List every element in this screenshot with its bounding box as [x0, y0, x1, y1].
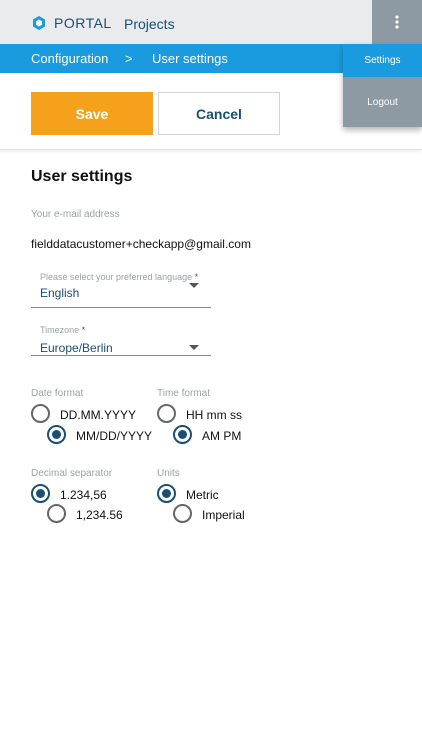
- breadcrumb-configuration[interactable]: Configuration: [31, 51, 108, 66]
- email-label: Your e-mail address: [31, 209, 120, 220]
- language-value: English: [40, 286, 80, 300]
- top-bar: PORTAL Projects: [0, 0, 422, 44]
- time-format-label: Time format: [157, 388, 210, 399]
- nav-projects-link[interactable]: Projects: [124, 16, 175, 32]
- date-format-option-ddmmyyyy[interactable]: DD.MM.YYYY: [60, 408, 136, 422]
- chevron-down-icon: [189, 283, 199, 288]
- units-option-metric[interactable]: Metric: [186, 488, 219, 502]
- time-format-option-ampm[interactable]: AM PM: [202, 429, 241, 443]
- menu-item-logout[interactable]: Logout: [343, 77, 422, 127]
- decimal-radio-comma[interactable]: [31, 484, 50, 503]
- brand-name[interactable]: PORTAL: [54, 15, 112, 31]
- timezone-select[interactable]: Europe/Berlin: [31, 337, 211, 356]
- overflow-menu: Settings Logout: [343, 44, 422, 127]
- menu-item-settings[interactable]: Settings: [343, 44, 422, 77]
- chevron-down-icon: [189, 345, 199, 350]
- decimal-option-comma[interactable]: 1.234,56: [60, 488, 107, 502]
- decimal-radio-dot[interactable]: [47, 504, 66, 523]
- more-vert-icon: [395, 15, 399, 29]
- time-format-option-hhmmss[interactable]: HH mm ss: [186, 408, 242, 422]
- hexagon-logo-icon: [33, 16, 45, 30]
- save-button[interactable]: Save: [31, 92, 153, 135]
- breadcrumb-separator: >: [125, 51, 133, 66]
- time-format-radio-ampm[interactable]: [173, 425, 192, 444]
- cancel-button[interactable]: Cancel: [158, 92, 280, 135]
- breadcrumb-user-settings: User settings: [152, 51, 228, 66]
- language-select[interactable]: English: [31, 282, 211, 308]
- units-label: Units: [157, 468, 180, 479]
- timezone-value: Europe/Berlin: [40, 341, 113, 355]
- language-label: Please select your preferred language *: [40, 272, 199, 282]
- units-radio-imperial[interactable]: [173, 504, 192, 523]
- overflow-menu-button[interactable]: [372, 0, 422, 44]
- units-radio-metric[interactable]: [157, 484, 176, 503]
- date-format-option-mmddyyyy[interactable]: MM/DD/YYYY: [76, 429, 152, 443]
- date-format-radio-ddmmyyyy[interactable]: [31, 404, 50, 423]
- timezone-label: Timezone *: [40, 325, 86, 335]
- page-title: User settings: [31, 168, 133, 185]
- date-format-label: Date format: [31, 388, 84, 399]
- time-format-radio-hhmmss[interactable]: [157, 404, 176, 423]
- email-value: fielddatacustomer+checkapp@gmail.com: [31, 237, 251, 251]
- units-option-imperial[interactable]: Imperial: [202, 508, 245, 522]
- decimal-option-dot[interactable]: 1,234.56: [76, 508, 123, 522]
- decimal-separator-label: Decimal separator: [31, 468, 113, 479]
- date-format-radio-mmddyyyy[interactable]: [47, 425, 66, 444]
